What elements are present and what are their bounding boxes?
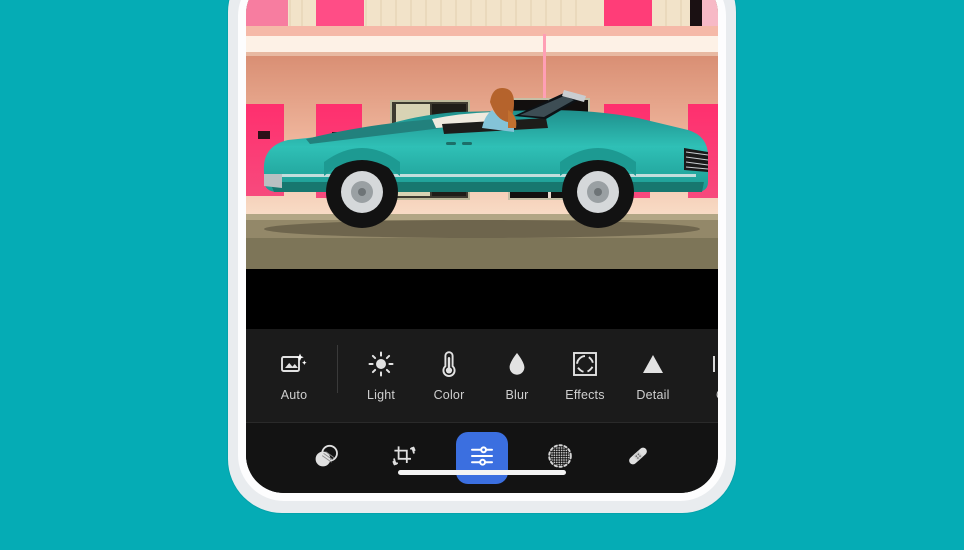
tune-sliders-icon: [469, 443, 495, 474]
home-indicator[interactable]: [398, 470, 566, 475]
sun-icon: [366, 349, 396, 379]
water-drop-icon: [502, 349, 532, 379]
bottom-navigation[interactable]: [246, 423, 718, 493]
nav-markup[interactable]: [612, 432, 664, 484]
nav-crop[interactable]: [378, 432, 430, 484]
phone-screen: Auto Light Color Blur Effects Detail: [246, 0, 718, 493]
tool-label: Effects: [565, 388, 605, 402]
tool-label: Color: [433, 388, 465, 402]
frame-circle-icon: [570, 349, 600, 379]
triangle-icon: [638, 349, 668, 379]
photo-canvas[interactable]: [246, 0, 718, 269]
photo-image: [246, 0, 718, 269]
thermometer-icon: [434, 349, 464, 379]
phone-device: Auto Light Color Blur Effects Detail: [228, 0, 736, 513]
overlapping-circles-icon: [312, 442, 340, 475]
tool-label: O: [716, 388, 718, 402]
tool-color[interactable]: Color: [415, 349, 483, 402]
tool-detail[interactable]: Detail: [619, 349, 687, 402]
tool-overflow-cutoff[interactable]: O: [687, 349, 718, 402]
nav-filters[interactable]: [534, 432, 586, 484]
photo-letterbox: [246, 269, 718, 329]
adjustment-tool-strip[interactable]: Auto Light Color Blur Effects Detail: [246, 329, 718, 422]
nav-adjust[interactable]: [456, 432, 508, 484]
tool-label: Light: [366, 388, 396, 402]
tool-divider: [337, 344, 338, 393]
tool-label: Blur: [505, 388, 529, 402]
cutoff-icon: [706, 349, 718, 379]
tool-blur[interactable]: Blur: [483, 349, 551, 402]
bandage-icon: [624, 442, 652, 475]
auto-enhance-icon: [279, 349, 309, 379]
tool-auto[interactable]: Auto: [260, 349, 328, 402]
tool-label: Auto: [280, 388, 308, 402]
nav-suggestions[interactable]: [300, 432, 352, 484]
tool-effects[interactable]: Effects: [551, 349, 619, 402]
tool-label: Detail: [636, 388, 670, 402]
tool-light[interactable]: Light: [347, 349, 415, 402]
